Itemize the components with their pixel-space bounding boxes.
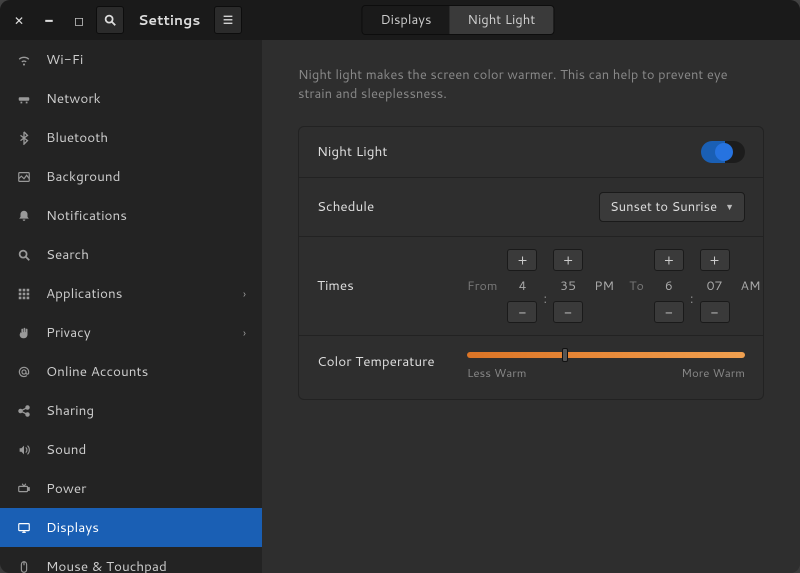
night-light-toggle-label: Night Light xyxy=(317,142,467,161)
sidebar-item-online-accounts[interactable]: Online Accounts xyxy=(0,352,262,391)
minimize-button[interactable]: ━ xyxy=(36,6,62,34)
to-minute-up[interactable]: + xyxy=(700,249,730,271)
view-switcher: Displays Night Light xyxy=(361,5,554,35)
sidebar-item-search[interactable]: Search xyxy=(0,235,262,274)
sidebar-item-mouse[interactable]: Mouse & Touchpad xyxy=(0,547,262,573)
sidebar-item-label: Bluetooth xyxy=(46,128,246,147)
menu-button[interactable] xyxy=(214,6,242,34)
from-hour-value[interactable]: 4 xyxy=(507,275,537,297)
sidebar-item-label: Displays xyxy=(46,518,246,537)
to-minute-value[interactable]: 07 xyxy=(700,275,730,297)
sidebar-item-label: Privacy xyxy=(46,323,229,342)
schedule-value: Sunset to Sunrise xyxy=(610,198,717,216)
to-minute-down[interactable]: − xyxy=(700,301,730,323)
from-hour-up[interactable]: + xyxy=(507,249,537,271)
power-icon xyxy=(16,481,32,497)
night-light-description: Night light makes the screen color warme… xyxy=(298,66,764,104)
mouse-icon xyxy=(16,559,32,573)
to-hour-up[interactable]: + xyxy=(654,249,684,271)
share-icon xyxy=(16,403,32,419)
search-icon xyxy=(16,247,32,263)
grid-icon xyxy=(16,286,32,302)
sidebar-item-bluetooth[interactable]: Bluetooth xyxy=(0,118,262,157)
from-minute-down[interactable]: − xyxy=(553,301,583,323)
slider-thumb[interactable] xyxy=(562,348,568,362)
tab-displays[interactable]: Displays xyxy=(362,6,449,34)
from-hour-down[interactable]: − xyxy=(507,301,537,323)
sidebar-item-notifications[interactable]: Notifications xyxy=(0,196,262,235)
chevron-down-icon: ▼ xyxy=(725,200,734,213)
bluetooth-icon xyxy=(16,130,32,146)
wifi-icon xyxy=(16,52,32,68)
from-label: From xyxy=(467,277,497,295)
sidebar-item-label: Applications xyxy=(46,284,229,303)
sidebar-item-label: Online Accounts xyxy=(46,362,246,381)
sidebar-item-wifi[interactable]: Wi-Fi xyxy=(0,40,262,79)
chevron-right-icon: › xyxy=(243,325,246,341)
titlebar: ✕ ━ ◻ Settings Displays Night Light xyxy=(0,0,800,40)
color-temperature-row: Color Temperature Less Warm More Warm xyxy=(299,336,763,399)
sidebar: Wi-Fi Network Bluetooth Background Notificat… xyxy=(0,40,262,573)
sidebar-item-network[interactable]: Network xyxy=(0,79,262,118)
to-ampm-value[interactable]: AM xyxy=(736,275,766,297)
times-row: Times From + 4 − : + 35 xyxy=(299,237,763,336)
app-title: Settings xyxy=(138,10,200,30)
color-temperature-label: Color Temperature xyxy=(317,352,467,371)
sidebar-item-label: Search xyxy=(46,245,246,264)
sidebar-item-label: Notifications xyxy=(46,206,246,225)
sidebar-item-label: Network xyxy=(46,89,246,108)
display-icon xyxy=(16,520,32,536)
schedule-label: Schedule xyxy=(317,197,467,216)
night-light-panel: Night Light Schedule Sunset to Sunrise ▼ xyxy=(298,126,764,400)
sidebar-item-label: Power xyxy=(46,479,246,498)
night-light-switch[interactable] xyxy=(701,141,745,163)
hand-icon xyxy=(16,325,32,341)
search-button[interactable] xyxy=(96,6,124,34)
sidebar-item-label: Background xyxy=(46,167,246,186)
temp-min-label: Less Warm xyxy=(467,364,527,381)
schedule-row: Schedule Sunset to Sunrise ▼ xyxy=(299,178,763,237)
bell-icon xyxy=(16,208,32,224)
sidebar-item-label: Mouse & Touchpad xyxy=(46,557,246,573)
speaker-icon xyxy=(16,442,32,458)
sidebar-item-label: Wi-Fi xyxy=(46,50,246,69)
tab-night-light[interactable]: Night Light xyxy=(449,6,553,34)
sidebar-item-sharing[interactable]: Sharing xyxy=(0,391,262,430)
sidebar-item-label: Sound xyxy=(46,440,246,459)
maximize-button[interactable]: ◻ xyxy=(66,6,92,34)
to-hour-down[interactable]: − xyxy=(654,301,684,323)
sidebar-item-background[interactable]: Background xyxy=(0,157,262,196)
chevron-right-icon: › xyxy=(243,286,246,302)
from-ampm-value[interactable]: PM xyxy=(589,275,619,297)
sidebar-item-applications[interactable]: Applications › xyxy=(0,274,262,313)
background-icon xyxy=(16,169,32,185)
from-minute-value[interactable]: 35 xyxy=(553,275,583,297)
at-icon xyxy=(16,364,32,380)
sidebar-item-power[interactable]: Power xyxy=(0,469,262,508)
sidebar-item-privacy[interactable]: Privacy › xyxy=(0,313,262,352)
from-minute-up[interactable]: + xyxy=(553,249,583,271)
times-label: Times xyxy=(317,276,467,295)
sidebar-item-label: Sharing xyxy=(46,401,246,420)
temp-max-label: More Warm xyxy=(681,364,745,381)
color-temperature-slider[interactable] xyxy=(467,352,745,358)
network-icon xyxy=(16,91,32,107)
sidebar-item-sound[interactable]: Sound xyxy=(0,430,262,469)
close-button[interactable]: ✕ xyxy=(6,6,32,34)
to-label: To xyxy=(629,277,644,295)
sidebar-item-displays[interactable]: Displays xyxy=(0,508,262,547)
content-pane: Night light makes the screen color warme… xyxy=(262,40,800,573)
to-hour-value[interactable]: 6 xyxy=(654,275,684,297)
night-light-toggle-row: Night Light xyxy=(299,127,763,178)
schedule-dropdown[interactable]: Sunset to Sunrise ▼ xyxy=(599,192,745,222)
